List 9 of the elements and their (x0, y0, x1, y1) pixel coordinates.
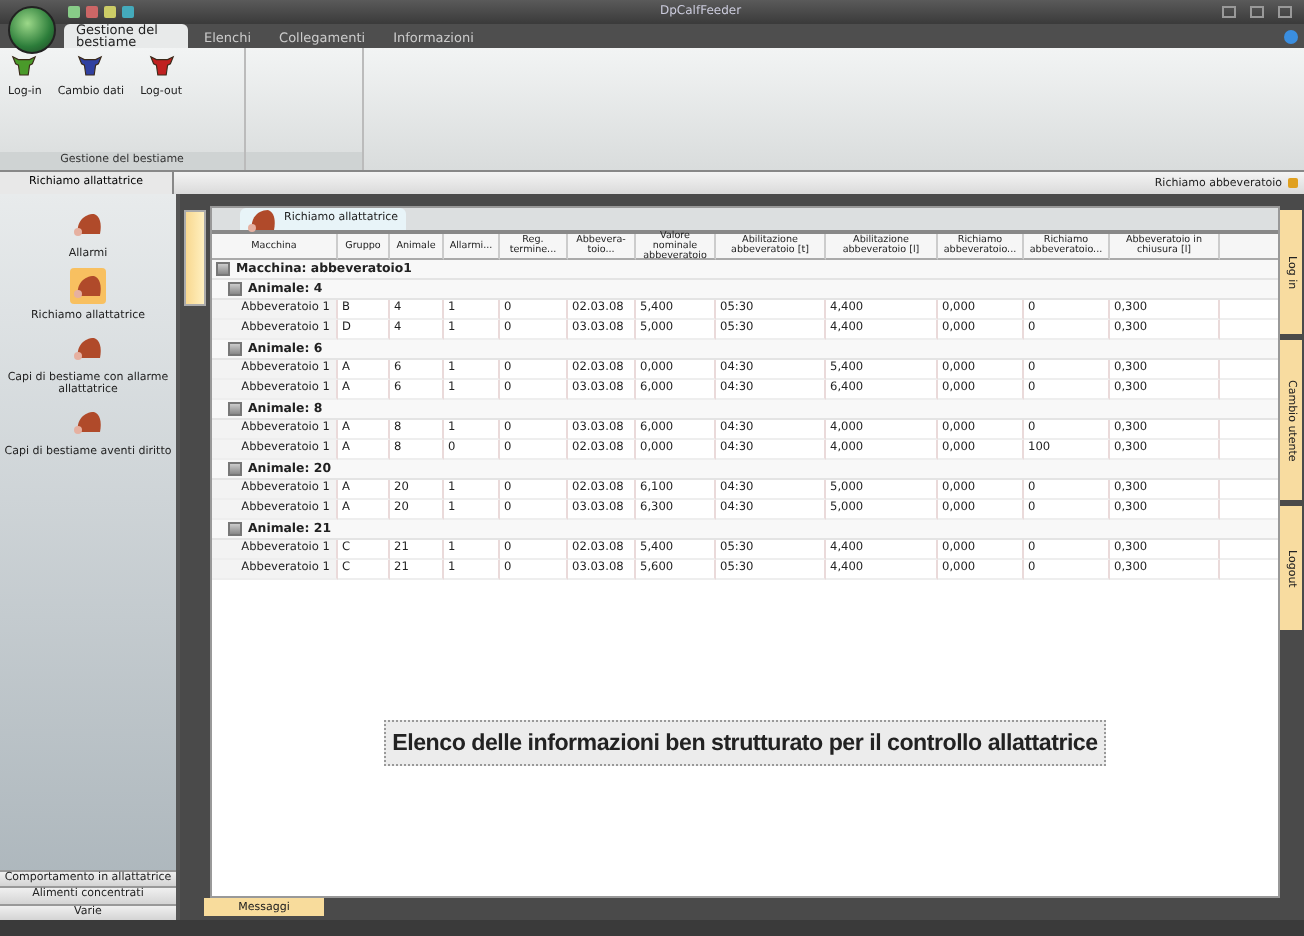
expander-icon[interactable] (228, 462, 242, 476)
caption-text: Elenco delle informazioni ben strutturato per il controllo allattatrice (384, 720, 1106, 766)
expander-icon[interactable] (228, 522, 242, 536)
document-tab-icon (246, 205, 278, 233)
panel-handle[interactable] (184, 210, 206, 306)
app-menu-button[interactable] (8, 6, 56, 54)
expander-icon[interactable] (228, 402, 242, 416)
pin-icon[interactable] (1288, 178, 1298, 188)
expander-icon[interactable] (228, 342, 242, 356)
